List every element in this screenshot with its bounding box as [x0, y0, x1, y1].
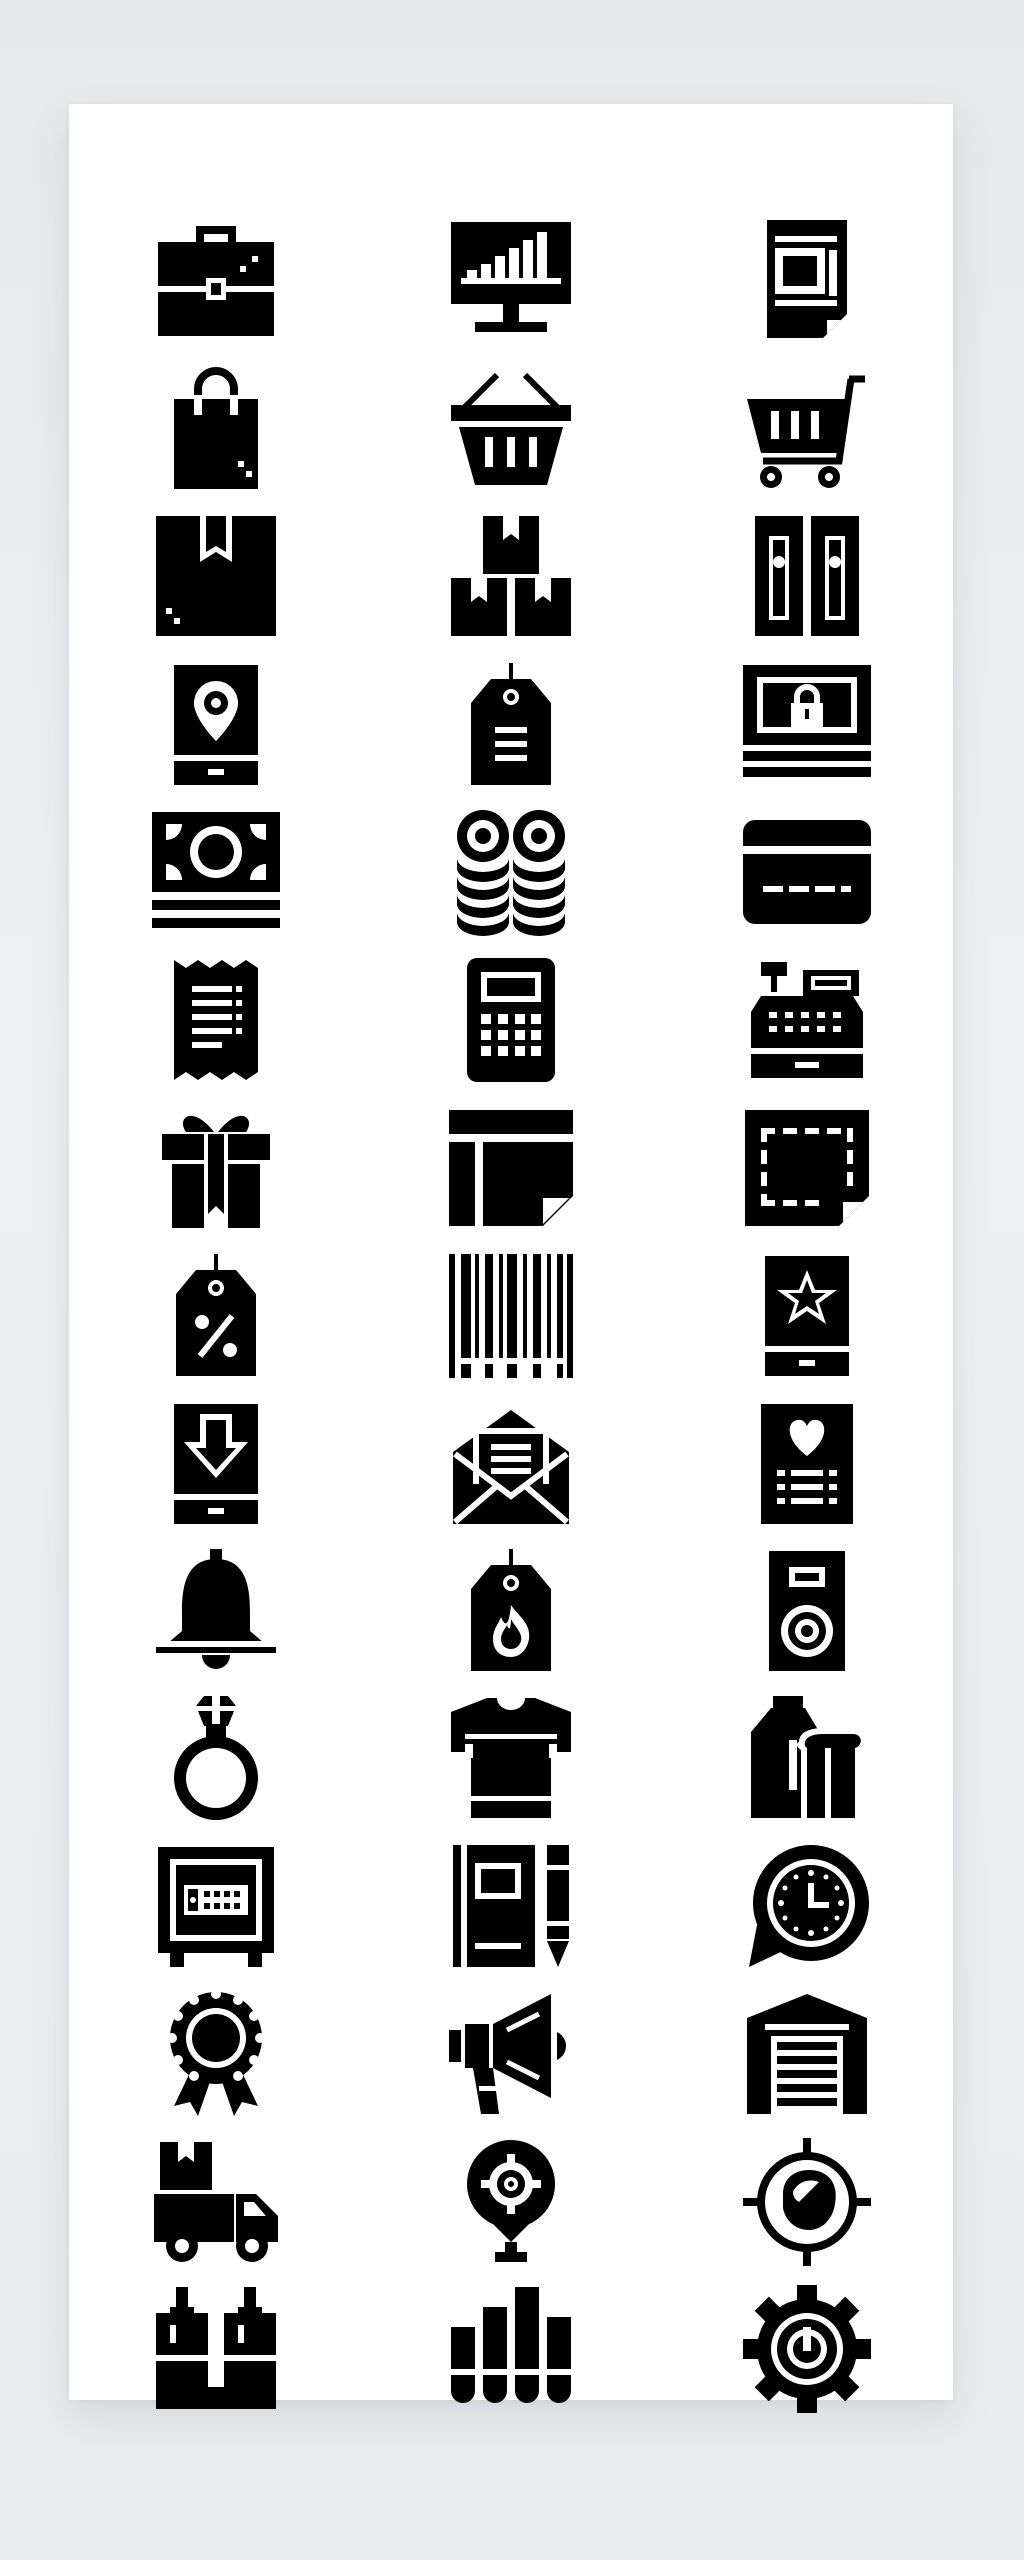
megaphone-icon [431, 1984, 591, 2124]
box-icon [136, 506, 296, 646]
hot-tag-icon [431, 1541, 591, 1681]
money-lock-icon [727, 655, 887, 795]
coupon-icon [727, 1098, 887, 1238]
award-badge-icon [136, 1984, 296, 2124]
favorite-tablet-icon [727, 1246, 887, 1386]
briefcase-icon [136, 210, 296, 350]
barcode-icon [431, 1246, 591, 1386]
coin-stacks-icon [431, 802, 591, 942]
mail-letter-icon [431, 1394, 591, 1534]
ring-icon [136, 1688, 296, 1828]
credit-card-icon [727, 802, 887, 942]
speaker-icon [727, 1541, 887, 1681]
download-tablet-icon [136, 1394, 296, 1534]
warehouse-icon [727, 1984, 887, 2124]
gift-icon [136, 1098, 296, 1238]
wishlist-document-icon [727, 1394, 887, 1534]
cash-register-icon [727, 950, 887, 1090]
price-tag-icon [431, 655, 591, 795]
icon-sheet-card [69, 104, 953, 2413]
bell-icon [136, 1541, 296, 1681]
flyer-icon [431, 1098, 591, 1238]
binders-icon [727, 506, 887, 646]
discount-tag-icon [136, 1246, 296, 1386]
safe-icon [136, 1837, 296, 1977]
shopping-bag-icon [136, 359, 296, 499]
power-gear-icon [727, 2279, 887, 2419]
cylinders-icon [431, 2279, 591, 2419]
receipt-icon [136, 950, 296, 1090]
shopping-cart-icon [727, 359, 887, 499]
icon-grid [69, 104, 953, 2413]
banknotes-icon [136, 802, 296, 942]
monitor-chart-icon [431, 210, 591, 350]
calculator-icon [431, 950, 591, 1090]
shopping-basket-icon [431, 359, 591, 499]
stacked-boxes-icon [431, 506, 591, 646]
perfume-icon [136, 2279, 296, 2419]
delivery-truck-icon [136, 2132, 296, 2272]
notebook-pen-icon [431, 1837, 591, 1977]
location-gear-icon [431, 2132, 591, 2272]
shirt-icon [431, 1688, 591, 1828]
target-icon [727, 2132, 887, 2272]
clock-chat-icon [727, 1837, 887, 1977]
grocery-icon [727, 1688, 887, 1828]
document-icon [727, 210, 887, 350]
location-tablet-icon [136, 655, 296, 795]
